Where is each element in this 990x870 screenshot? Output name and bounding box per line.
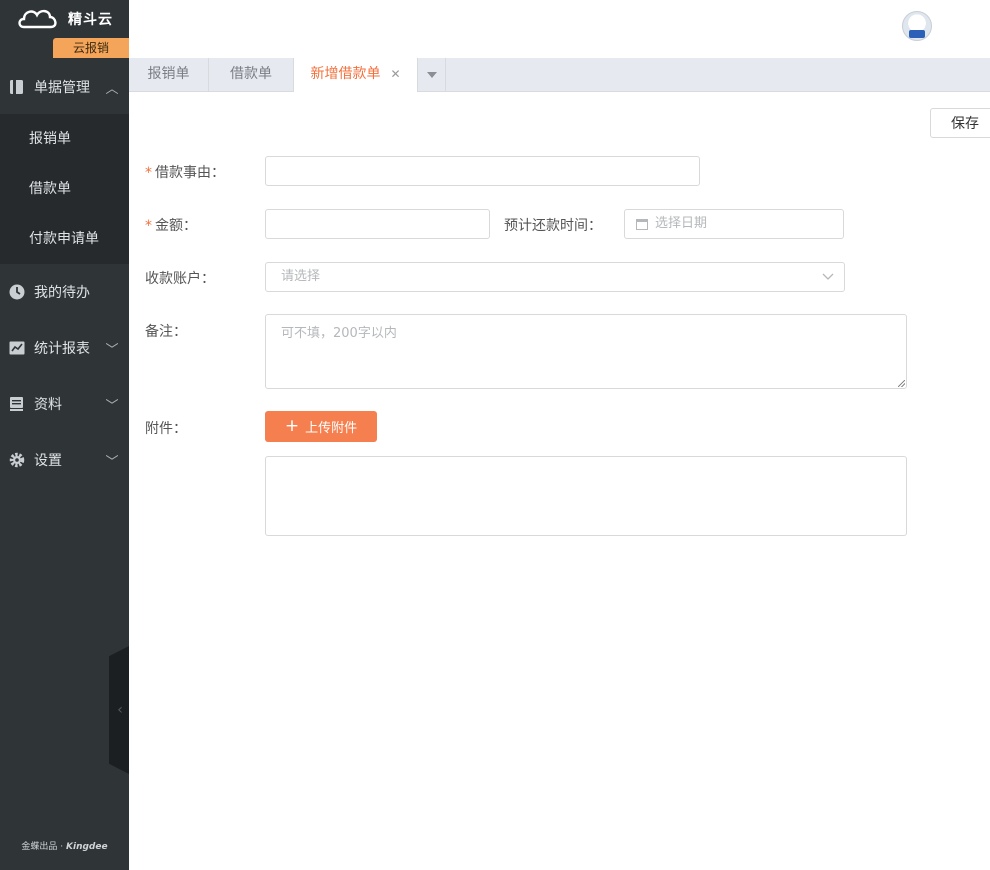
stack-icon — [10, 397, 23, 411]
upload-attachment-button[interactable]: + 上传附件 — [265, 411, 377, 442]
tab-bar: 报销单 借款单 新增借款单 ✕ — [129, 58, 990, 92]
upload-label: 上传附件 — [305, 421, 358, 436]
account-label: 收款账户： — [145, 271, 215, 287]
caret-down-icon — [426, 71, 437, 78]
footer-brand: Kingdee — [66, 842, 108, 852]
sidebar-item-payment-request[interactable]: 付款申请单 — [0, 214, 129, 264]
sidebar: 精斗云 云报销 单据管理 ︿ 报销单 借款单 付款申请单 我的待办 统计报表 ﹀… — [0, 0, 129, 870]
reason-input[interactable] — [265, 156, 700, 186]
cloud-logo-icon — [18, 9, 57, 29]
account-select[interactable]: 请选择 — [265, 262, 845, 292]
remark-label: 备注： — [145, 324, 187, 340]
close-icon[interactable]: ✕ — [390, 67, 400, 81]
clock-icon — [9, 284, 25, 300]
remark-textarea[interactable]: 可不填，200字以内 — [265, 314, 907, 389]
account-placeholder: 请选择 — [281, 269, 321, 284]
reason-label: * 借款事由： — [145, 162, 225, 182]
tab-new-loan[interactable]: 新增借款单 ✕ — [294, 58, 418, 92]
resize-handle[interactable] — [898, 380, 905, 387]
tab-label: 新增借款单 — [310, 66, 381, 82]
product-badge: 云报销 — [53, 38, 129, 58]
sidebar-group-todo[interactable]: 我的待办 — [0, 264, 129, 320]
chevron-down-icon: ﹀ — [105, 398, 119, 414]
sidebar-footer: 金蝶出品 · Kingdee — [0, 839, 129, 852]
sidebar-nav: 单据管理 ︿ 报销单 借款单 付款申请单 我的待办 统计报表 ﹀ 资料 ﹀ 设置… — [0, 60, 129, 488]
tab-expense[interactable]: 报销单 — [129, 58, 209, 91]
required-mark: * — [145, 218, 152, 234]
sidebar-group-label: 我的待办 — [34, 285, 90, 301]
tab-label: 借款单 — [230, 66, 272, 82]
tab-dropdown-button[interactable] — [418, 58, 446, 91]
top-header — [129, 0, 990, 58]
repay-date-picker[interactable]: 选择日期 — [624, 209, 844, 239]
sidebar-collapse-handle[interactable]: ‹ — [109, 646, 129, 774]
amount-input[interactable] — [265, 209, 490, 239]
sidebar-group-label: 设置 — [34, 453, 62, 469]
chevron-down-icon — [822, 273, 834, 280]
chevron-up-icon: ︿ — [105, 81, 119, 97]
gear-icon — [9, 452, 25, 468]
amount-label: * 金额： — [145, 215, 197, 235]
chevron-left-icon: ‹ — [117, 702, 123, 718]
sidebar-group-documents[interactable]: 单据管理 ︿ — [0, 60, 129, 114]
chevron-down-icon: ﹀ — [105, 454, 119, 470]
footer-prefix: 金蝶出品 · — [21, 842, 67, 852]
remark-placeholder: 可不填，200字以内 — [281, 326, 397, 341]
plus-icon: + — [284, 416, 300, 436]
attachment-list-area — [265, 456, 907, 536]
chart-icon — [9, 341, 25, 355]
avatar[interactable] — [902, 11, 932, 41]
tab-loan[interactable]: 借款单 — [209, 58, 294, 91]
sidebar-item-loan[interactable]: 借款单 — [0, 164, 129, 214]
sidebar-group-label: 资料 — [34, 397, 62, 413]
sidebar-group-settings[interactable]: 设置 ﹀ — [0, 432, 129, 488]
sidebar-group-label: 统计报表 — [34, 341, 90, 357]
sidebar-submenu-documents: 报销单 借款单 付款申请单 — [0, 114, 129, 264]
book-icon — [10, 80, 23, 94]
reason-label-text: 借款事由： — [155, 165, 225, 181]
repay-time-label: 预计还款时间： — [504, 218, 602, 234]
amount-label-text: 金额： — [155, 218, 197, 234]
required-mark: * — [145, 165, 152, 181]
calendar-icon — [636, 219, 648, 230]
brand-logo[interactable]: 精斗云 — [16, 4, 113, 34]
date-placeholder: 选择日期 — [655, 216, 708, 231]
brand-name: 精斗云 — [68, 12, 113, 28]
sidebar-group-data[interactable]: 资料 ﹀ — [0, 376, 129, 432]
sidebar-item-expense[interactable]: 报销单 — [0, 114, 129, 164]
sidebar-group-label: 单据管理 — [34, 80, 90, 96]
save-button[interactable]: 保存 — [930, 108, 990, 138]
attachment-label: 附件： — [145, 421, 187, 437]
tab-label: 报销单 — [147, 66, 190, 82]
chevron-down-icon: ﹀ — [105, 342, 119, 358]
sidebar-group-reports[interactable]: 统计报表 ﹀ — [0, 320, 129, 376]
